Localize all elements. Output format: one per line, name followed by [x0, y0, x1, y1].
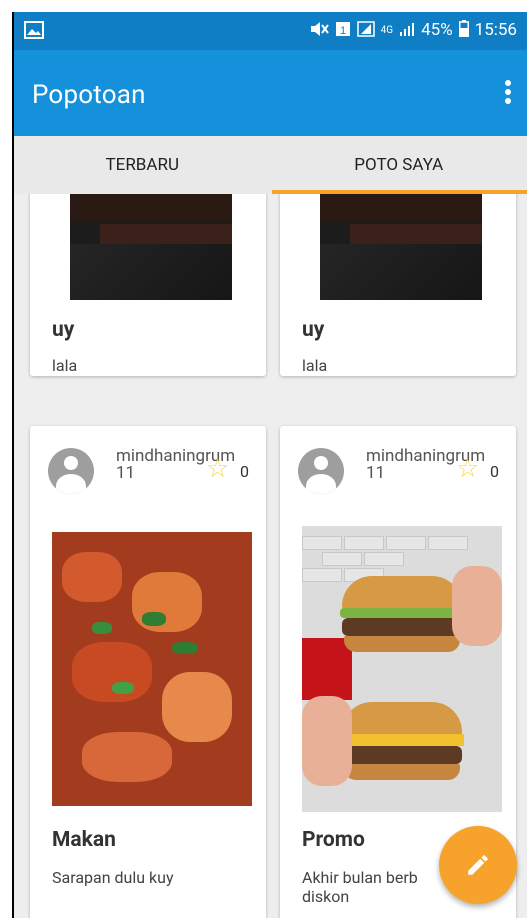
like-count: 0: [490, 462, 499, 481]
phone-screen: 1 4G 45% 15:56 Popotoan TERBARU POTO SAY…: [12, 12, 527, 918]
tab-poto-saya[interactable]: POTO SAYA: [271, 136, 527, 194]
username-line1: mindhaningrum: [366, 446, 486, 466]
post-title: uy: [52, 318, 75, 342]
battery-percent: 45%: [421, 20, 453, 40]
clock: 15:56: [474, 20, 517, 40]
svg-text:1: 1: [340, 25, 346, 37]
sim-icon: 1: [335, 21, 351, 40]
mute-icon: [309, 21, 329, 40]
signal-bars-icon: [399, 21, 415, 40]
username-line2: 11: [366, 463, 386, 483]
like-count: 0: [240, 462, 249, 481]
post-title: Makan: [52, 828, 116, 852]
star-icon[interactable]: ☆: [206, 456, 229, 482]
post-description-line2: diskon: [302, 887, 350, 906]
post-card[interactable]: uy lala: [280, 194, 516, 376]
overflow-menu-icon[interactable]: [497, 80, 519, 110]
post-description: lala: [52, 356, 78, 375]
edit-fab-button[interactable]: [439, 826, 517, 904]
post-description: Akhir bulan berb diskon: [302, 868, 418, 906]
gallery-icon: [24, 21, 44, 44]
post-image[interactable]: [320, 194, 482, 300]
network-type: 4G: [380, 24, 394, 36]
signal-icon: [356, 20, 375, 40]
status-bar: 1 4G 45% 15:56: [14, 12, 527, 50]
post-image[interactable]: [70, 194, 232, 300]
post-description: lala: [302, 356, 328, 375]
post-card[interactable]: mindhaningrum 11 ☆ 0 Makan Sarapan dulu …: [30, 426, 266, 918]
tab-terbaru[interactable]: TERBARU: [14, 136, 271, 194]
avatar[interactable]: [298, 448, 344, 494]
post-title: uy: [302, 318, 325, 342]
app-bar: Popotoan: [14, 50, 527, 136]
username[interactable]: mindhaningrum 11: [116, 448, 256, 482]
posts-grid[interactable]: uy lala uy lala mindhaningrum 11 ☆ 0 Mak…: [14, 194, 527, 918]
username[interactable]: mindhaningrum 11: [366, 448, 506, 482]
app-title: Popotoan: [32, 80, 146, 110]
post-image[interactable]: [52, 532, 252, 806]
post-description-line1: Akhir bulan berb: [302, 868, 418, 887]
tab-bar: TERBARU POTO SAYA: [14, 136, 527, 194]
post-title: Promo: [302, 828, 365, 852]
avatar[interactable]: [48, 448, 94, 494]
username-line2: 11: [116, 463, 136, 483]
edit-icon: [465, 852, 491, 882]
battery-icon: [458, 20, 469, 40]
post-description: Sarapan dulu kuy: [52, 868, 174, 887]
star-icon[interactable]: ☆: [456, 456, 479, 482]
username-line1: mindhaningrum: [116, 446, 236, 466]
post-image[interactable]: [302, 526, 502, 812]
post-card[interactable]: uy lala: [30, 194, 266, 376]
